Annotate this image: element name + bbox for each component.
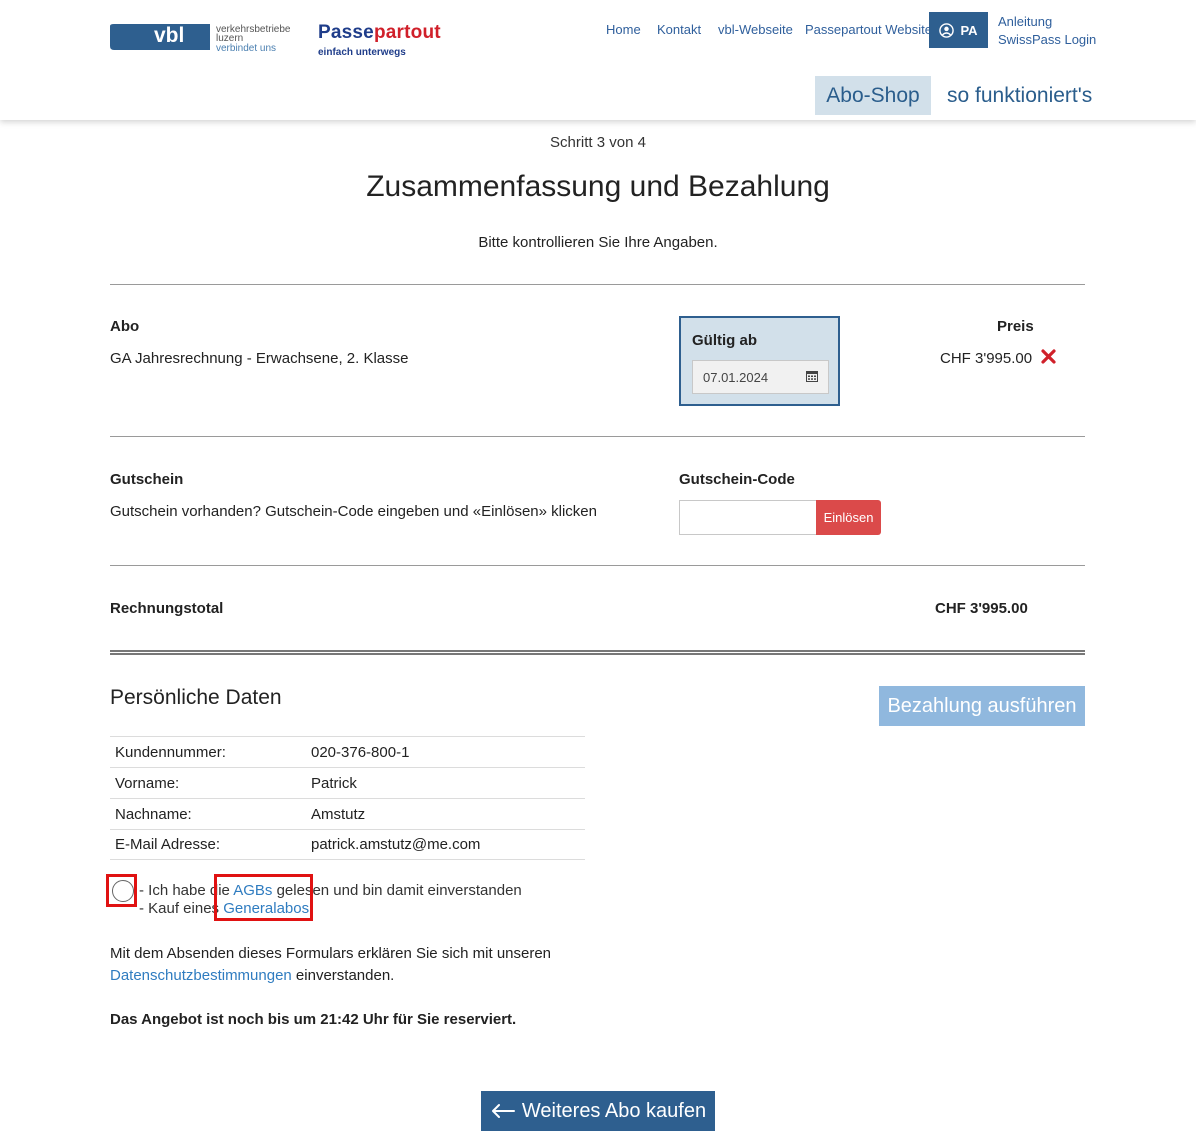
- row-key: Vorname:: [115, 774, 180, 792]
- nav-home[interactable]: Home: [606, 22, 641, 37]
- user-initials: PA: [960, 22, 978, 38]
- passepartout-name: Passepartout: [318, 22, 441, 44]
- vbl-logo[interactable]: vbl verkehrsbetriebe luzern verbindet un…: [110, 22, 310, 56]
- calendar-icon[interactable]: [806, 370, 818, 382]
- agb-consent-text: - Ich habe die AGBs gelesen und bin dami…: [139, 882, 522, 918]
- table-row: Nachname: Amstutz: [110, 798, 585, 829]
- voucher-hint: Gutschein vorhanden? Gutschein-Code eing…: [110, 503, 597, 520]
- abo-price: CHF 3'995.00: [940, 350, 1033, 367]
- consent-line-2: - Kauf eines Generalabos: [139, 900, 522, 918]
- link-swisspass-login[interactable]: SwissPass Login: [998, 32, 1096, 47]
- table-row: E-Mail Adresse: patrick.amstutz@me.com: [110, 829, 585, 860]
- user-account-button[interactable]: PA: [929, 12, 988, 48]
- reservation-notice: Das Angebot ist noch bis um 21:42 Uhr fü…: [110, 1011, 517, 1028]
- site-header: vbl verkehrsbetriebe luzern verbindet un…: [0, 0, 1196, 120]
- user-circle-icon: [939, 22, 955, 38]
- redeem-button[interactable]: Einlösen: [816, 500, 881, 535]
- radio-highlight: [106, 874, 137, 907]
- voucher-code-input[interactable]: [679, 500, 817, 535]
- valid-from-label: Gültig ab: [692, 332, 757, 349]
- pp-part-2: partout: [373, 22, 441, 43]
- page-title: Zusammenfassung und Bezahlung: [366, 170, 830, 203]
- row-value: 020-376-800-1: [311, 743, 410, 761]
- total-value: CHF 3'995.00: [935, 600, 1028, 617]
- buy-another-abo-label: Weiteres Abo kaufen: [521, 1099, 707, 1122]
- row-value: Amstutz: [311, 805, 366, 823]
- divider: [110, 436, 1085, 437]
- page-subtitle: Bitte kontrollieren Sie Ihre Angaben.: [478, 234, 718, 251]
- table-row: Kundennummer: 020-376-800-1: [110, 736, 585, 767]
- pp-part-1: Passe: [318, 22, 374, 43]
- table-row: Vorname: Patrick: [110, 767, 585, 798]
- step-indicator: Schritt 3 von 4: [550, 134, 646, 151]
- personal-data-table: Kundennummer: 020-376-800-1 Vorname: Pat…: [110, 736, 585, 860]
- nav-vbl-webseite[interactable]: vbl-Webseite: [718, 22, 793, 37]
- divider: [110, 565, 1085, 566]
- passepartout-logo[interactable]: Passepartout einfach unterwegs: [318, 22, 441, 58]
- row-key: Kundennummer:: [115, 743, 226, 761]
- row-key: E-Mail Adresse:: [115, 836, 221, 853]
- privacy-notice: Mit dem Absenden dieses Formulars erklär…: [110, 943, 551, 987]
- total-label: Rechnungstotal: [110, 600, 224, 617]
- abo-description: GA Jahresrechnung - Erwachsene, 2. Klass…: [110, 350, 409, 367]
- consent-line-2-pre: - Kauf eines: [139, 900, 224, 917]
- row-key: Nachname:: [115, 805, 192, 823]
- passepartout-tagline: einfach unterwegs: [318, 47, 406, 58]
- vbl-logo-mark: vbl verkehrsbetriebe luzern verbindet un…: [110, 24, 291, 54]
- double-divider: [110, 650, 1085, 655]
- tab-abo-shop[interactable]: Abo-Shop: [815, 76, 931, 115]
- privacy-line-2: Datenschutzbestimmungen einverstanden.: [110, 965, 551, 987]
- remove-abo-icon[interactable]: [1041, 348, 1056, 369]
- pay-button[interactable]: Bezahlung ausführen: [879, 686, 1085, 726]
- row-value: Patrick: [311, 774, 357, 792]
- abo-label: Abo: [110, 318, 140, 335]
- links-highlight: [214, 874, 313, 921]
- valid-from-date-value: 07.01.2024: [703, 369, 769, 385]
- nav-kontakt[interactable]: Kontakt: [657, 22, 701, 37]
- privacy-link[interactable]: Datenschutzbestimmungen: [110, 967, 292, 984]
- vbl-line-3: verbindet uns: [216, 43, 276, 54]
- buy-another-abo-button[interactable]: Weiteres Abo kaufen: [481, 1091, 715, 1131]
- link-anleitung[interactable]: Anleitung: [998, 14, 1052, 29]
- personal-data-title: Persönliche Daten: [110, 686, 282, 709]
- row-value: patrick.amstutz@me.com: [311, 836, 481, 853]
- voucher-label: Gutschein: [110, 471, 184, 488]
- price-label: Preis: [997, 318, 1034, 335]
- consent-line-1: - Ich habe die AGBs gelesen und bin dami…: [139, 882, 522, 900]
- privacy-line-1: Mit dem Absenden dieses Formulars erklär…: [110, 945, 552, 962]
- valid-from-panel: Gültig ab 07.01.2024: [679, 316, 840, 406]
- divider: [110, 284, 1085, 285]
- vbl-logo-text: vbl: [154, 24, 184, 47]
- tab-so-funktionierts[interactable]: so funktioniert's: [947, 84, 1092, 108]
- agb-consent-radio[interactable]: [112, 880, 134, 902]
- privacy-line-2-post: einverstanden.: [291, 967, 395, 984]
- arrow-left-icon: [491, 1104, 515, 1118]
- voucher-code-label: Gutschein-Code: [679, 471, 795, 488]
- nav-passepartout-website[interactable]: Passepartout Website: [805, 22, 932, 37]
- valid-from-date-input[interactable]: 07.01.2024: [692, 360, 829, 394]
